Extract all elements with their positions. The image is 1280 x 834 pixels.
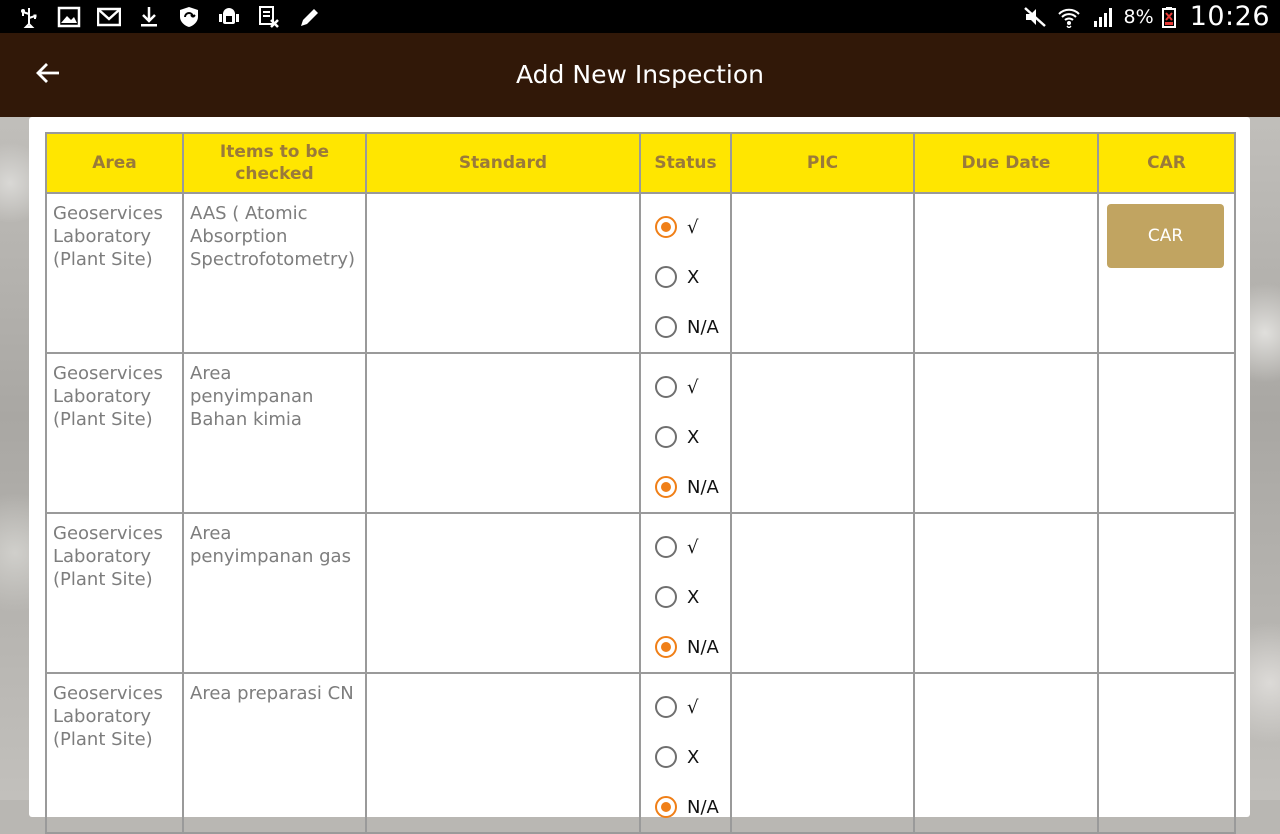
mute-icon: [1022, 6, 1048, 28]
page-title: Add New Inspection: [516, 60, 764, 89]
status-radio-option[interactable]: √: [647, 522, 724, 572]
item-cell: Area penyimpanan gas: [182, 512, 367, 674]
radio-unchecked-icon[interactable]: [655, 426, 677, 448]
signal-icon: [1090, 6, 1116, 28]
radio-checked-icon[interactable]: [655, 216, 677, 238]
status-bar: 8% 10:26: [0, 0, 1280, 33]
status-option-label: √: [687, 216, 699, 238]
header-due-date: Due Date: [913, 132, 1099, 194]
radio-unchecked-icon[interactable]: [655, 696, 677, 718]
header-car: CAR: [1097, 132, 1236, 194]
radio-checked-icon[interactable]: [655, 636, 677, 658]
status-radio-option[interactable]: √: [647, 202, 724, 252]
download-icon: [136, 6, 162, 28]
image-icon: [56, 6, 82, 28]
radio-checked-icon[interactable]: [655, 796, 677, 818]
standard-cell[interactable]: [365, 352, 641, 514]
header-pic: PIC: [730, 132, 915, 194]
pencil-icon: [296, 6, 322, 28]
radio-unchecked-icon[interactable]: [655, 586, 677, 608]
usb-icon: [16, 6, 42, 28]
status-option-label: √: [687, 376, 699, 398]
header-area: Area: [45, 132, 184, 194]
area-cell: Geoservices Laboratory (Plant Site): [45, 512, 184, 674]
pic-cell[interactable]: [730, 672, 915, 834]
status-radio-option[interactable]: X: [647, 252, 724, 302]
clock: 10:26: [1189, 1, 1270, 32]
item-cell: AAS ( Atomic Absorption Spectrofotometry…: [182, 192, 367, 354]
due-date-cell[interactable]: [913, 512, 1099, 674]
gmail-icon: [96, 6, 122, 28]
status-option-label: √: [687, 536, 699, 558]
due-date-cell[interactable]: [913, 192, 1099, 354]
table-row: Geoservices Laboratory (Plant Site) Area …: [45, 512, 1236, 674]
car-cell: CAR: [1097, 192, 1236, 354]
status-radio-option[interactable]: N/A: [647, 782, 724, 832]
action-bar: Add New Inspection: [0, 33, 1280, 117]
area-cell: Geoservices Laboratory (Plant Site): [45, 192, 184, 354]
shield-sync-icon: [176, 6, 202, 28]
inspection-card: Area Items to be checked Standard Status…: [29, 117, 1250, 834]
radio-checked-icon[interactable]: [655, 476, 677, 498]
status-radio-option[interactable]: N/A: [647, 462, 724, 512]
status-cell: √ X N/A: [639, 352, 732, 514]
area-cell: Geoservices Laboratory (Plant Site): [45, 352, 184, 514]
radio-unchecked-icon[interactable]: [655, 316, 677, 338]
status-option-label: X: [687, 746, 700, 768]
standard-cell[interactable]: [365, 672, 641, 834]
status-option-label: N/A: [687, 476, 719, 498]
radio-unchecked-icon[interactable]: [655, 376, 677, 398]
status-radio-option[interactable]: X: [647, 412, 724, 462]
due-date-cell[interactable]: [913, 672, 1099, 834]
item-cell: Area penyimpanan Bahan kimia: [182, 352, 367, 514]
status-option-label: √: [687, 696, 699, 718]
status-option-label: X: [687, 426, 700, 448]
header-items: Items to be checked: [182, 132, 367, 194]
status-option-label: X: [687, 586, 700, 608]
status-radio-option[interactable]: X: [647, 572, 724, 622]
status-option-label: N/A: [687, 636, 719, 658]
status-option-label: N/A: [687, 796, 719, 818]
radio-unchecked-icon[interactable]: [655, 746, 677, 768]
header-status: Status: [639, 132, 732, 194]
table-row: Geoservices Laboratory (Plant Site) Area …: [45, 352, 1236, 514]
car-cell: [1097, 672, 1236, 834]
document-x-icon: [256, 5, 282, 28]
item-cell: Area preparasi CN: [182, 672, 367, 834]
status-option-label: N/A: [687, 316, 719, 338]
status-radio-option[interactable]: N/A: [647, 302, 724, 352]
area-cell: Geoservices Laboratory (Plant Site): [45, 672, 184, 834]
status-cell: √ X N/A: [639, 672, 732, 834]
due-date-cell[interactable]: [913, 352, 1099, 514]
status-cell: √ X N/A: [639, 512, 732, 674]
inspection-table: Area Items to be checked Standard Status…: [45, 132, 1236, 834]
header-standard: Standard: [365, 132, 641, 194]
table-row: Geoservices Laboratory (Plant Site) AAS (…: [45, 192, 1236, 354]
table-header-row: Area Items to be checked Standard Status…: [45, 132, 1236, 194]
standard-cell[interactable]: [365, 192, 641, 354]
pic-cell[interactable]: [730, 512, 915, 674]
status-option-label: X: [687, 266, 700, 288]
car-button[interactable]: CAR: [1107, 204, 1224, 268]
radio-unchecked-icon[interactable]: [655, 266, 677, 288]
pic-cell[interactable]: [730, 192, 915, 354]
wifi-icon: [1056, 6, 1082, 28]
status-cell: √ X N/A: [639, 192, 732, 354]
table-row: Geoservices Laboratory (Plant Site) Area …: [45, 672, 1236, 834]
standard-cell[interactable]: [365, 512, 641, 674]
status-radio-option[interactable]: N/A: [647, 622, 724, 672]
battery-low-icon: [1161, 6, 1176, 28]
status-radio-option[interactable]: √: [647, 682, 724, 732]
android-debug-icon: [216, 6, 242, 28]
status-radio-option[interactable]: X: [647, 732, 724, 782]
radio-unchecked-icon[interactable]: [655, 536, 677, 558]
car-cell: [1097, 512, 1236, 674]
battery-percent: 8%: [1123, 5, 1154, 28]
status-radio-option[interactable]: √: [647, 362, 724, 412]
car-cell: [1097, 352, 1236, 514]
pic-cell[interactable]: [730, 352, 915, 514]
